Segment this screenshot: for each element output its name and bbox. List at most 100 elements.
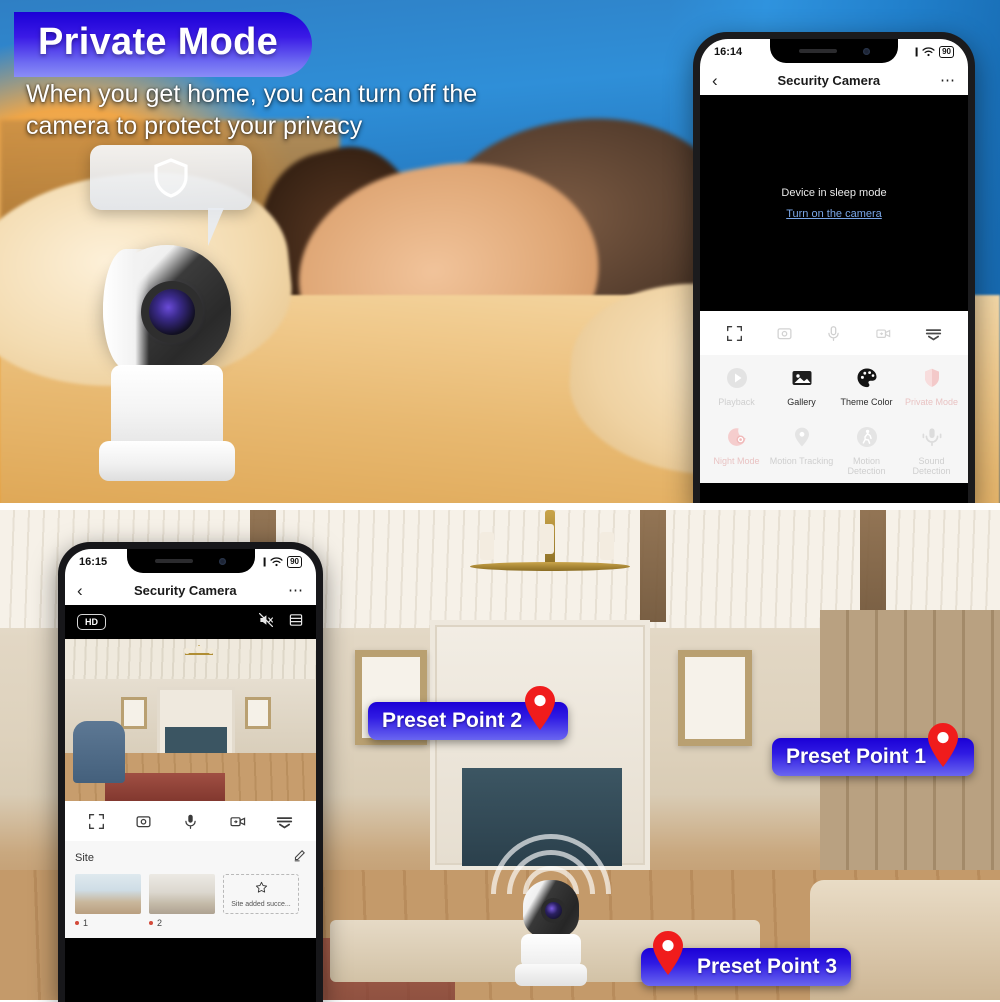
nav-bar: ‹ Security Camera ⋯ bbox=[65, 575, 316, 605]
sleep-message: Device in sleep mode bbox=[781, 186, 887, 199]
back-chevron-icon[interactable]: ‹ bbox=[77, 582, 83, 599]
notch bbox=[126, 549, 255, 573]
function-private-mode[interactable]: Private Mode bbox=[899, 365, 964, 408]
earpiece-speaker bbox=[798, 49, 837, 53]
status-dot bbox=[149, 921, 153, 925]
function-label: Gallery bbox=[787, 397, 816, 407]
camera-body bbox=[111, 365, 223, 447]
wall-art-right bbox=[678, 650, 752, 746]
site-thumbnail bbox=[149, 874, 215, 914]
status-right: 90 bbox=[909, 46, 954, 58]
chandelier-candle bbox=[540, 524, 554, 554]
site-index: 2 bbox=[157, 918, 163, 928]
back-chevron-icon[interactable]: ‹ bbox=[712, 72, 718, 89]
menu-icon[interactable] bbox=[920, 320, 946, 346]
camera-base bbox=[99, 441, 235, 481]
site-index: 1 bbox=[83, 918, 89, 928]
mute-icon[interactable] bbox=[258, 612, 274, 633]
snapshot-icon[interactable] bbox=[771, 320, 797, 346]
chandelier-candle bbox=[480, 532, 494, 560]
site-header: Site bbox=[75, 849, 306, 867]
player-control-row bbox=[65, 801, 316, 841]
feed-art-right bbox=[245, 697, 271, 729]
quality-badge[interactable]: HD bbox=[77, 614, 106, 630]
snapshot-icon[interactable] bbox=[131, 808, 157, 834]
add-site-button[interactable]: Site added succe... bbox=[223, 874, 299, 914]
star-plus-icon bbox=[255, 881, 268, 899]
live-video-feed[interactable] bbox=[65, 639, 316, 801]
site-thumbnail bbox=[75, 874, 141, 914]
menu-icon[interactable] bbox=[272, 808, 298, 834]
function-gallery[interactable]: Gallery bbox=[769, 365, 834, 408]
add-site-text: Site added succe... bbox=[231, 900, 291, 908]
function-label: Playback bbox=[718, 397, 755, 407]
status-bar: 16:15 90 bbox=[65, 549, 316, 575]
battery-indicator: 90 bbox=[287, 556, 302, 568]
chandelier-candle bbox=[600, 532, 614, 560]
site-thumbnails: 1 2 Site added succe... bbox=[75, 874, 306, 928]
shield-private-icon bbox=[919, 365, 945, 391]
wifi-icon bbox=[270, 557, 283, 567]
site-caption: 1 bbox=[75, 918, 141, 928]
status-clock: 16:14 bbox=[714, 46, 743, 58]
site-item[interactable]: 2 bbox=[149, 874, 215, 928]
private-mode-subtitle: When you get home, you can turn off the … bbox=[26, 80, 478, 140]
fullscreen-icon[interactable] bbox=[84, 808, 110, 834]
phone-screen: 16:15 90 ‹ Security Camera ⋯ HD Site 1 2… bbox=[65, 549, 316, 1002]
location-pin-icon bbox=[789, 424, 815, 450]
function-motion-tracking[interactable]: Motion Tracking bbox=[769, 424, 834, 477]
turn-on-camera-link[interactable]: Turn on the camera bbox=[786, 208, 882, 220]
microphone-icon[interactable] bbox=[178, 808, 204, 834]
function-theme-color[interactable]: Theme Color bbox=[834, 365, 899, 408]
camera-body bbox=[521, 934, 581, 968]
signal-icon bbox=[263, 557, 266, 567]
function-label: Sound Detection bbox=[912, 455, 951, 477]
privacy-bubble bbox=[90, 145, 252, 246]
battery-indicator: 90 bbox=[939, 46, 954, 58]
ceiling-beam bbox=[640, 510, 666, 622]
function-playback[interactable]: Playback bbox=[704, 365, 769, 408]
feed-chandelier bbox=[177, 645, 221, 665]
play-icon bbox=[724, 365, 750, 391]
more-dots-icon[interactable]: ⋯ bbox=[288, 583, 304, 598]
function-grid: Playback Gallery Theme Color Private Mod… bbox=[700, 355, 968, 483]
camera-base bbox=[515, 964, 587, 986]
page-title: Security Camera bbox=[134, 582, 237, 598]
function-sound-detection[interactable]: Sound Detection bbox=[899, 424, 964, 477]
front-camera-icon bbox=[862, 47, 870, 55]
camera-head bbox=[523, 880, 579, 938]
microphone-icon[interactable] bbox=[821, 320, 847, 346]
panel-divider bbox=[0, 503, 1000, 510]
layout-icon[interactable] bbox=[288, 612, 304, 633]
phone-sleep-mode: 16:14 90 ‹ Security Camera ⋯ Device in s… bbox=[693, 32, 975, 510]
record-icon[interactable] bbox=[225, 808, 251, 834]
fullscreen-icon[interactable] bbox=[722, 320, 748, 346]
camera-head bbox=[103, 245, 231, 373]
function-motion-detection[interactable]: Motion Detection bbox=[834, 424, 899, 477]
camera-lens bbox=[149, 289, 195, 335]
nav-bar: ‹ Security Camera ⋯ bbox=[700, 65, 968, 95]
camera-device-bottom bbox=[491, 834, 611, 988]
phone-live-view: 16:15 90 ‹ Security Camera ⋯ HD Site 1 2… bbox=[58, 542, 323, 1002]
site-item[interactable]: 1 bbox=[75, 874, 141, 928]
feed-top-bar: HD bbox=[65, 605, 316, 639]
front-camera-icon bbox=[219, 557, 226, 565]
function-night-mode[interactable]: Night Mode bbox=[704, 424, 769, 477]
chandelier-ring bbox=[470, 562, 630, 571]
function-label: Motion Tracking bbox=[769, 455, 834, 466]
function-label: Night Mode bbox=[713, 455, 760, 466]
status-right: 90 bbox=[257, 556, 302, 568]
site-title: Site bbox=[75, 852, 94, 864]
status-bar: 16:14 90 bbox=[700, 39, 968, 65]
feed-armchair bbox=[73, 721, 125, 783]
camera-device-top bbox=[95, 245, 255, 481]
edit-pencil-icon[interactable] bbox=[293, 849, 306, 867]
wifi-icon bbox=[922, 47, 935, 57]
record-icon[interactable] bbox=[871, 320, 897, 346]
phone-screen: 16:14 90 ‹ Security Camera ⋯ Device in s… bbox=[700, 39, 968, 510]
map-pin-2 bbox=[522, 685, 558, 736]
notch bbox=[770, 39, 898, 63]
function-label: Theme Color bbox=[840, 397, 893, 407]
more-dots-icon[interactable]: ⋯ bbox=[940, 73, 956, 88]
map-pin-1 bbox=[925, 722, 961, 773]
